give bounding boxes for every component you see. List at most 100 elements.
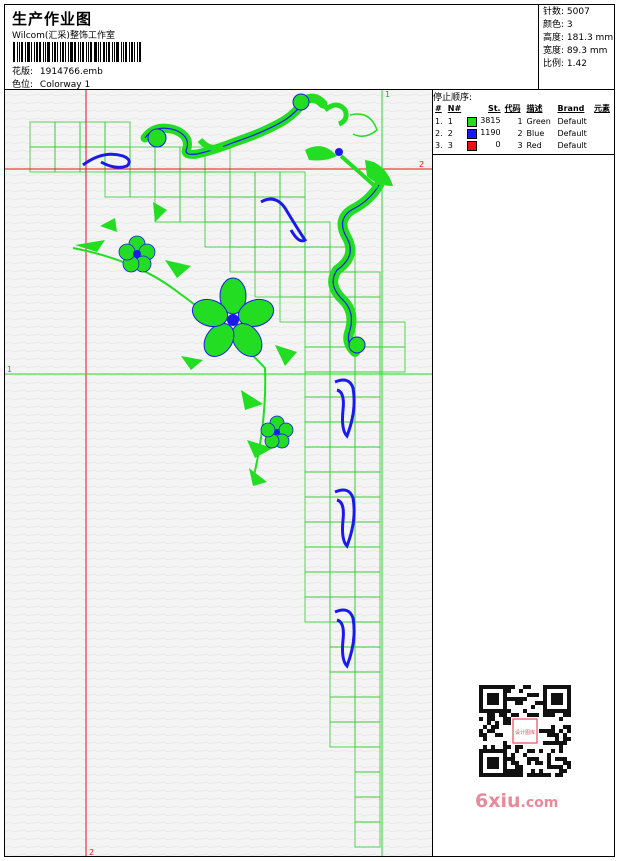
qr-module	[559, 745, 563, 749]
stat-stitches: 针数: 5007	[543, 7, 590, 17]
watermark-text: 6xiu	[475, 790, 521, 812]
qr-module	[555, 741, 559, 745]
header: 生产作业图 Wilcom(汇采)整饰工作室 花版: 1914766.emb 色位…	[4, 4, 615, 90]
barcode-bar	[78, 42, 79, 62]
qr-module	[519, 689, 523, 693]
qr-module	[547, 761, 551, 765]
barcode-bar	[98, 42, 99, 62]
qr-module	[499, 713, 503, 717]
qr-module	[559, 769, 563, 773]
row-code: 2	[517, 128, 523, 138]
qr-module	[511, 697, 515, 701]
qr-module	[551, 729, 555, 733]
qr-module	[531, 773, 535, 777]
qr-module	[535, 713, 539, 717]
stat-width: 宽度: 89.3 mm	[543, 46, 608, 56]
qr-module	[491, 745, 495, 749]
qr-module	[511, 761, 515, 765]
qr-module	[487, 729, 491, 733]
qr-module	[563, 737, 567, 741]
embroidery-canvas: 1 2 1 2	[5, 90, 432, 856]
barcode-bar	[13, 42, 15, 62]
barcode-bar	[131, 42, 133, 62]
col-element: 元素	[594, 104, 610, 113]
color-row: 1. 1 3815 1 Green Default	[433, 115, 614, 127]
guide-label-v2: 2	[89, 848, 94, 856]
qr-module	[547, 757, 551, 761]
qr-module	[515, 713, 519, 717]
qr-module	[567, 765, 571, 769]
qr-module	[539, 701, 543, 705]
qr-module	[547, 773, 551, 777]
design-file-label: 花版:	[12, 67, 34, 77]
qr-module	[559, 773, 563, 777]
guide-label-v1: 1	[385, 90, 390, 99]
embroidery-preview: 1 2 1 2	[5, 90, 432, 856]
guide-label-h2: 2	[419, 160, 424, 169]
row-brand: Default	[557, 140, 587, 150]
barcode-bar	[82, 42, 84, 62]
qr-module	[491, 713, 495, 717]
barcode-bar	[86, 42, 87, 62]
qr-module	[515, 773, 519, 777]
barcode-bar	[80, 42, 81, 62]
qr-module	[555, 773, 559, 777]
guide-label-h1: 1	[7, 365, 12, 374]
barcode-bar	[100, 42, 101, 62]
qr-module	[511, 713, 515, 717]
qr-module	[535, 693, 539, 697]
qr-module	[483, 737, 487, 741]
col-desc: 描述	[526, 104, 543, 113]
color-table: # N# St. 代码 描述 Brand 元素 1. 1 3815 1 Green Def…	[433, 102, 614, 151]
stat-scale: 比例: 1.42	[543, 59, 587, 69]
color-table-header: # N# St. 代码 描述 Brand 元素	[433, 102, 614, 115]
studio-name: Wilcom(汇采)整饰工作室	[12, 31, 115, 41]
barcode-bar	[129, 42, 130, 62]
qr-module	[523, 697, 527, 701]
qr-code: 设计图库	[469, 680, 589, 780]
qr-module	[483, 725, 487, 729]
col-code: 代码	[504, 104, 521, 113]
barcode-bar	[36, 42, 38, 62]
row-element	[592, 127, 614, 139]
row-stitches: 1190	[465, 127, 503, 139]
qr-module	[535, 761, 539, 765]
qr-module	[531, 705, 535, 709]
color-row: 3. 3 0 3 Red Default	[433, 139, 614, 151]
qr-module	[515, 697, 519, 701]
qr-module	[567, 725, 571, 729]
barcode-bar	[123, 42, 124, 62]
barcode-bar	[68, 42, 69, 62]
row-index: 1.	[435, 116, 443, 126]
qr-module	[531, 713, 535, 717]
qr-module	[567, 713, 571, 717]
barcode-bar	[125, 42, 127, 62]
qr-module	[523, 709, 527, 713]
row-needle: 2	[447, 128, 453, 138]
barcode-bar	[90, 42, 92, 62]
qr-module	[507, 773, 511, 777]
qr-module	[555, 765, 559, 769]
colorway-line: 色位: Colorway 1	[12, 77, 90, 90]
qr-module	[543, 713, 547, 717]
qr-module	[523, 685, 527, 689]
qr-module	[515, 761, 519, 765]
watermark-suffix: .com	[520, 795, 559, 811]
barcode-bar	[39, 42, 41, 62]
barcode-bar	[88, 42, 89, 62]
qr-module	[547, 741, 551, 745]
barcode-bar	[74, 42, 76, 62]
col-stitches: St.	[487, 104, 501, 113]
barcode-bar	[17, 42, 18, 62]
qr-module	[503, 713, 507, 717]
qr-module	[555, 733, 559, 737]
watermark: 6xiu.com	[475, 790, 558, 812]
barcode-bar	[103, 42, 105, 62]
qr-module	[487, 717, 491, 721]
qr-module	[539, 773, 543, 777]
design-file-line: 花版: 1914766.emb	[12, 64, 103, 77]
design-stats: 针数: 5007 颜色: 3 高度: 181.3 mm 宽度: 89.3 mm …	[543, 6, 613, 71]
qr-logo-text: 设计图库	[515, 729, 535, 736]
qr-module	[547, 765, 551, 769]
header-divider	[538, 4, 539, 90]
